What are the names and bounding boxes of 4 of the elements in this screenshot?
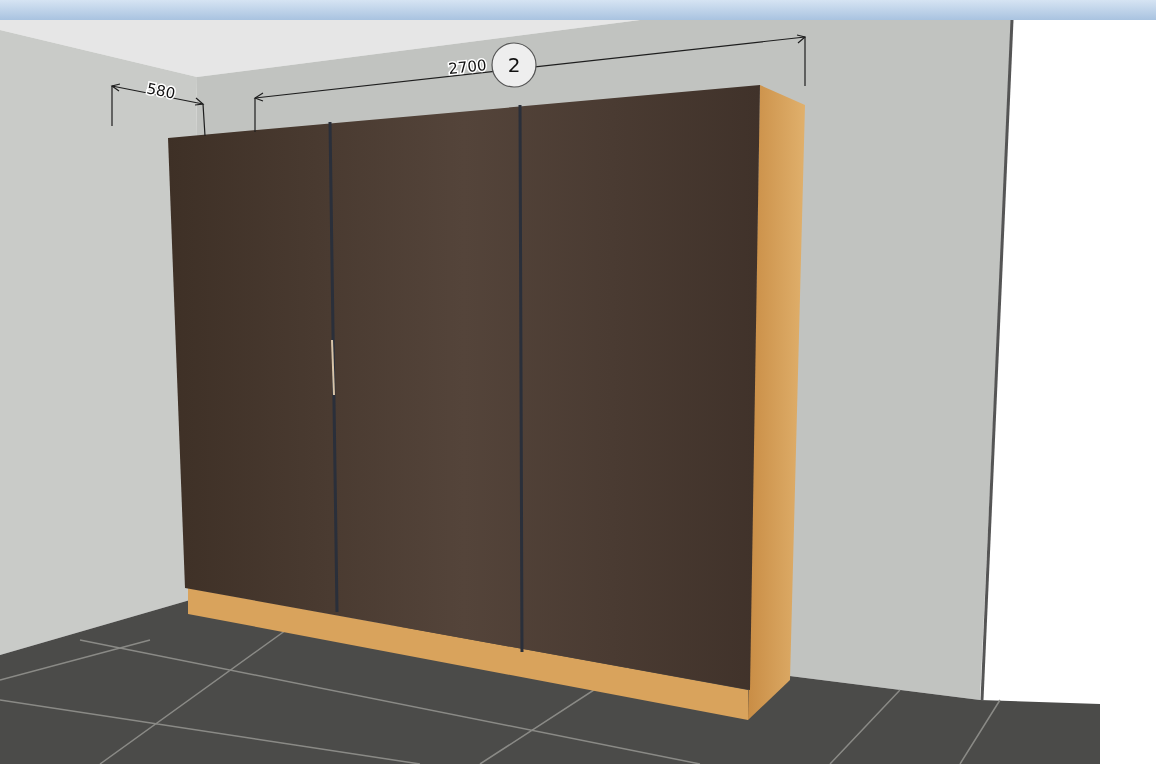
dimension-label: 2700: [447, 56, 488, 78]
marker-circle[interactable]: [491, 42, 537, 88]
dimension-label: 580: [145, 79, 177, 103]
marker-label: 2: [507, 53, 521, 77]
